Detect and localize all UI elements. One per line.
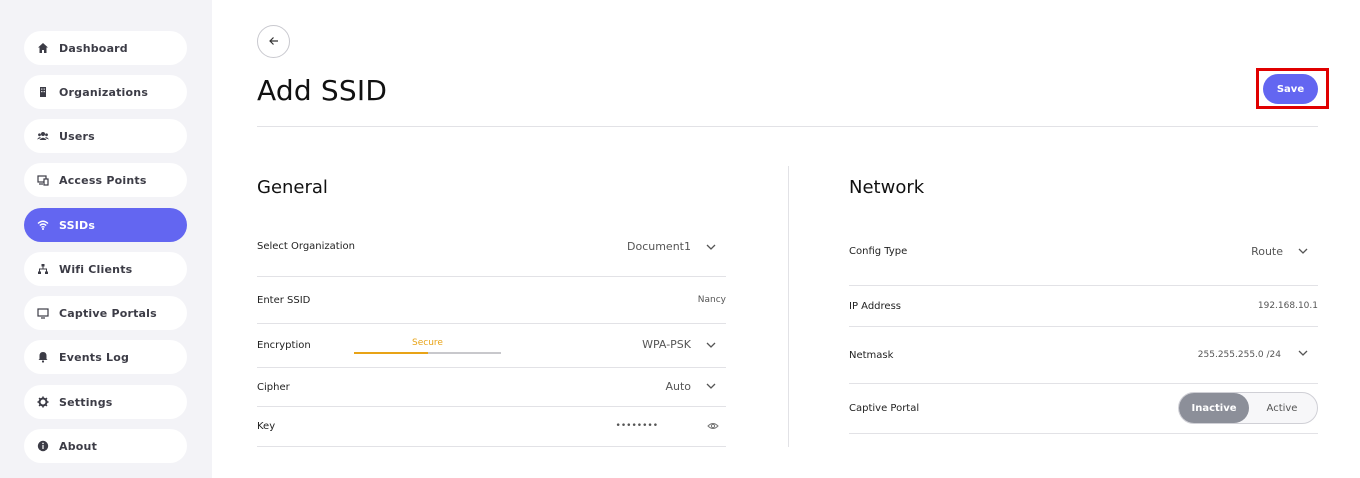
network-section-title: Network bbox=[849, 177, 925, 198]
devices-icon bbox=[36, 174, 49, 187]
ip-address-label: IP Address bbox=[849, 301, 901, 312]
column-divider bbox=[788, 166, 789, 447]
sidebar-item-dashboard[interactable]: Dashboard bbox=[24, 31, 187, 65]
sidebar-item-label: Settings bbox=[59, 395, 113, 409]
chevron-down-icon[interactable] bbox=[1297, 245, 1309, 257]
divider bbox=[849, 383, 1318, 384]
ssid-label: Enter SSID bbox=[257, 295, 311, 306]
password-strength-label: Secure bbox=[412, 338, 443, 348]
sidebar-item-label: Users bbox=[59, 129, 95, 143]
netmask-select[interactable]: 255.255.255.0 /24 bbox=[1150, 350, 1281, 360]
divider bbox=[257, 126, 1318, 127]
sidebar-item-organizations[interactable]: Organizations bbox=[24, 75, 187, 109]
sidebar-item-label: About bbox=[59, 439, 98, 453]
encryption-select[interactable]: WPA-PSK bbox=[560, 338, 691, 351]
ip-address-input[interactable]: 192.168.10.1 bbox=[1150, 301, 1318, 311]
sidebar: Dashboard Organizations Users Access Poi… bbox=[0, 0, 212, 478]
sidebar-item-users[interactable]: Users bbox=[24, 119, 187, 153]
toggle-active-option[interactable]: Active bbox=[1247, 393, 1317, 423]
divider bbox=[257, 323, 726, 324]
divider bbox=[257, 367, 726, 368]
chevron-down-icon[interactable] bbox=[705, 339, 717, 351]
sidebar-item-about[interactable]: About bbox=[24, 429, 187, 463]
sidebar-item-label: Wifi Clients bbox=[59, 262, 133, 276]
ssid-input[interactable]: Nancy bbox=[560, 295, 726, 305]
arrow-left-icon bbox=[268, 32, 280, 51]
sidebar-item-label: Access Points bbox=[59, 173, 147, 187]
sidebar-item-label: Events Log bbox=[59, 350, 130, 364]
toggle-inactive-option[interactable]: Inactive bbox=[1179, 393, 1249, 423]
netmask-label: Netmask bbox=[849, 350, 894, 361]
divider bbox=[849, 285, 1318, 286]
divider bbox=[257, 276, 726, 277]
divider bbox=[257, 406, 726, 407]
save-button[interactable]: Save bbox=[1263, 74, 1318, 104]
page-title: Add SSID bbox=[257, 74, 388, 107]
organization-label: Select Organization bbox=[257, 241, 355, 252]
sidebar-item-wifi-clients[interactable]: Wifi Clients bbox=[24, 252, 187, 286]
general-section-title: General bbox=[257, 177, 328, 198]
sidebar-item-access-points[interactable]: Access Points bbox=[24, 163, 187, 197]
cipher-select[interactable]: Auto bbox=[560, 380, 691, 393]
sidebar-item-ssids[interactable]: SSIDs bbox=[24, 208, 187, 242]
key-input[interactable]: •••••••• bbox=[560, 421, 658, 431]
users-icon bbox=[36, 130, 49, 143]
divider bbox=[849, 326, 1318, 327]
chevron-down-icon[interactable] bbox=[705, 380, 717, 392]
info-icon bbox=[36, 440, 49, 453]
divider bbox=[849, 433, 1318, 434]
bell-icon bbox=[36, 351, 49, 364]
chevron-down-icon[interactable] bbox=[705, 241, 717, 253]
divider bbox=[257, 446, 726, 447]
password-strength-bar bbox=[354, 352, 501, 354]
home-icon bbox=[36, 42, 49, 55]
sidebar-item-label: Dashboard bbox=[59, 41, 128, 55]
sidebar-item-label: Organizations bbox=[59, 85, 149, 99]
sidebar-item-label: SSIDs bbox=[59, 218, 96, 232]
sidebar-item-settings[interactable]: Settings bbox=[24, 385, 187, 419]
building-icon bbox=[36, 86, 49, 99]
captive-portal-label: Captive Portal bbox=[849, 403, 920, 414]
captive-portal-toggle[interactable]: Inactive Active bbox=[1178, 392, 1318, 424]
wifi-icon bbox=[36, 219, 49, 232]
encryption-label: Encryption bbox=[257, 340, 311, 351]
sidebar-item-captive-portals[interactable]: Captive Portals bbox=[24, 296, 187, 330]
monitor-icon bbox=[36, 307, 49, 320]
key-label: Key bbox=[257, 421, 276, 432]
config-type-select[interactable]: Route bbox=[1150, 245, 1283, 258]
config-type-label: Config Type bbox=[849, 246, 908, 257]
organization-select[interactable]: Document1 bbox=[560, 240, 691, 253]
sidebar-item-events-log[interactable]: Events Log bbox=[24, 340, 187, 374]
chevron-down-icon[interactable] bbox=[1297, 347, 1309, 359]
password-strength-fill bbox=[354, 352, 428, 354]
network-icon bbox=[36, 263, 49, 276]
gear-icon bbox=[36, 396, 49, 409]
sidebar-item-label: Captive Portals bbox=[59, 306, 157, 320]
eye-icon[interactable] bbox=[707, 420, 719, 432]
cipher-label: Cipher bbox=[257, 382, 290, 393]
back-button[interactable] bbox=[257, 25, 290, 58]
